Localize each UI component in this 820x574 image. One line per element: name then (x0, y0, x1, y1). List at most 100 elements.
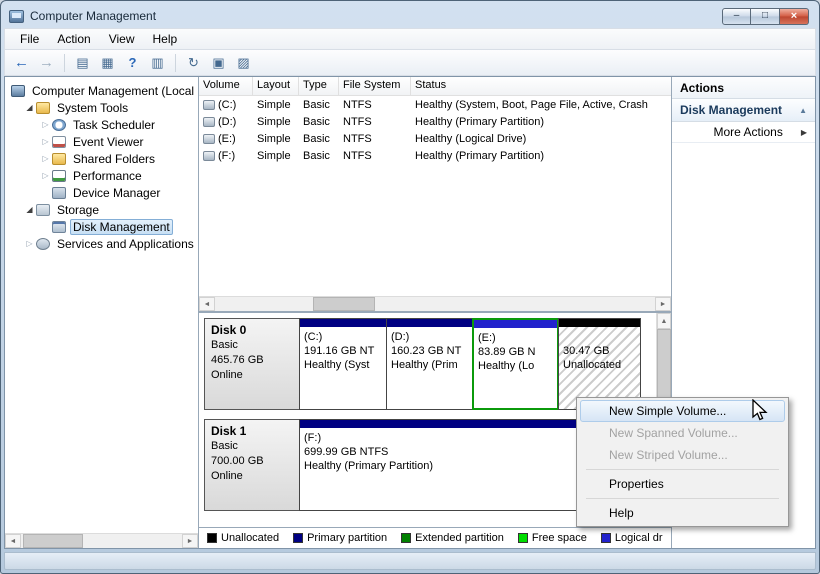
collapse-icon[interactable]: ▷ (23, 239, 36, 248)
console-window-icon[interactable]: ▦ (96, 52, 119, 73)
expand-icon[interactable]: ◢ (23, 205, 36, 214)
volume-file-system: NTFS (343, 149, 372, 162)
actions-disk-management[interactable]: Disk Management ▲ (672, 99, 815, 122)
more-actions[interactable]: More Actions ▶ (672, 122, 815, 143)
tree-item-label: Performance (73, 168, 142, 183)
maximize-button[interactable]: □ (751, 7, 780, 25)
window-title: Computer Management (30, 9, 157, 23)
shared-folders-icon (52, 152, 66, 165)
partition-color-stripe (559, 319, 640, 327)
disk-1-header[interactable]: Disk 1 Basic 700.00 GB Online (204, 419, 300, 511)
computer-icon (11, 84, 25, 97)
tree-horizontal-scrollbar[interactable]: ◄ ► (5, 533, 198, 548)
column-file-system[interactable]: File System (339, 77, 411, 95)
event-viewer-icon (52, 135, 66, 148)
volume-name: (E:) (218, 132, 236, 145)
column-type[interactable]: Type (299, 77, 339, 95)
partition-color-stripe (474, 320, 557, 328)
expand-icon[interactable]: ◢ (23, 103, 36, 112)
disk-type: Basic (211, 440, 238, 452)
show-actions-pane-icon[interactable]: ▥ (146, 52, 169, 73)
tree-item-label: Task Scheduler (73, 117, 156, 132)
scrollbar-track[interactable] (215, 297, 655, 311)
scroll-left-icon[interactable]: ◄ (199, 297, 215, 311)
scroll-left-icon[interactable]: ◄ (5, 534, 21, 548)
close-button[interactable]: × (780, 7, 809, 25)
mouse-cursor (752, 399, 768, 421)
menu-item-new-striped-volume: New Striped Volume... (609, 448, 728, 462)
legend-label: Logical dr (614, 532, 663, 544)
volume-type: Basic (303, 132, 330, 145)
collapse-icon[interactable]: ▷ (39, 154, 52, 163)
titlebar[interactable]: Computer Management – □ × (4, 4, 816, 28)
scrollbar-thumb[interactable] (23, 534, 83, 548)
tree-item-device-manager[interactable]: Device Manager (7, 184, 198, 201)
legend-unallocated: Unallocated (207, 532, 279, 544)
console-tree: Computer Management (Local ◢ System Tool… (5, 77, 198, 252)
forward-icon[interactable]: → (35, 52, 58, 73)
volume-file-system: NTFS (343, 98, 372, 111)
partition-e-selected[interactable]: (E:) 83.89 GB N Healthy (Lo (472, 318, 559, 410)
volume-layout: Simple (257, 132, 291, 145)
tree-item-task-scheduler[interactable]: ▷ Task Scheduler (7, 116, 198, 133)
scroll-right-icon[interactable]: ► (655, 297, 671, 311)
menu-view[interactable]: View (100, 30, 144, 48)
minimize-button[interactable]: – (722, 7, 751, 25)
volume-row-e[interactable]: (E:) Simple Basic NTFS Healthy (Logical … (199, 130, 671, 147)
partition-c[interactable]: (C:) 191.16 GB NT Healthy (Syst (299, 318, 387, 410)
volume-status: Healthy (System, Boot, Page File, Active… (415, 98, 648, 111)
tree-item-computer-management[interactable]: Computer Management (Local (7, 82, 198, 99)
export-list-icon[interactable]: ▤ (71, 52, 94, 73)
tree-item-services-and-applications[interactable]: ▷ Services and Applications (7, 235, 198, 252)
menu-help[interactable]: Help (144, 30, 187, 48)
arrow-right-icon: ▶ (800, 127, 807, 137)
menu-separator (586, 498, 779, 499)
volume-list-header: Volume Layout Type File System Status (199, 77, 671, 96)
disk-view-icon[interactable]: ▣ (207, 52, 230, 73)
menu-separator (586, 469, 779, 470)
device-manager-icon (52, 186, 66, 199)
disk-size: 465.76 GB (211, 354, 264, 366)
volume-row-f[interactable]: (F:) Simple Basic NTFS Healthy (Primary … (199, 147, 671, 164)
volume-type: Basic (303, 98, 330, 111)
tree-item-shared-folders[interactable]: ▷ Shared Folders (7, 150, 198, 167)
tree-item-label: Event Viewer (73, 134, 144, 149)
menu-item-help[interactable]: Help (580, 502, 785, 524)
back-icon[interactable]: ← (10, 52, 33, 73)
scroll-up-icon[interactable]: ▲ (657, 313, 671, 329)
chevron-up-icon[interactable]: ▲ (799, 106, 807, 115)
volume-row-c[interactable]: (C:) Simple Basic NTFS Healthy (System, … (199, 96, 671, 113)
tree-item-system-tools[interactable]: ◢ System Tools (7, 99, 198, 116)
menu-item-properties[interactable]: Properties (580, 473, 785, 495)
tree-item-event-viewer[interactable]: ▷ Event Viewer (7, 133, 198, 150)
partition-size: 160.23 GB NT (391, 345, 462, 357)
scrollbar-track[interactable] (21, 534, 182, 548)
disk-0-header[interactable]: Disk 0 Basic 465.76 GB Online (204, 318, 300, 410)
help-icon[interactable]: ? (121, 52, 144, 73)
tree-item-performance[interactable]: ▷ Performance (7, 167, 198, 184)
column-volume[interactable]: Volume (199, 77, 253, 95)
status-bar (4, 552, 816, 570)
tree-item-disk-management[interactable]: Disk Management (7, 218, 198, 235)
collapse-icon[interactable]: ▷ (39, 120, 52, 129)
volume-row-d[interactable]: (D:) Simple Basic NTFS Healthy (Primary … (199, 113, 671, 130)
collapse-icon[interactable]: ▷ (39, 171, 52, 180)
menu-action[interactable]: Action (48, 30, 99, 48)
menu-item-new-spanned-volume: New Spanned Volume... (609, 426, 738, 440)
scrollbar-thumb[interactable] (313, 297, 375, 311)
volume-layout: Simple (257, 115, 291, 128)
partition-d[interactable]: (D:) 160.23 GB NT Healthy (Prim (386, 318, 474, 410)
column-layout[interactable]: Layout (253, 77, 299, 95)
column-status[interactable]: Status (411, 77, 671, 95)
partition-color-stripe (300, 319, 386, 327)
actions-pane-title: Actions (672, 77, 815, 99)
properties-icon[interactable]: ▨ (232, 52, 255, 73)
collapse-icon[interactable]: ▷ (39, 137, 52, 146)
tree-item-storage[interactable]: ◢ Storage (7, 201, 198, 218)
disk-management-icon (52, 220, 66, 233)
volume-file-system: NTFS (343, 132, 372, 145)
scroll-right-icon[interactable]: ► (182, 534, 198, 548)
menu-file[interactable]: File (11, 30, 48, 48)
volume-list-horizontal-scrollbar[interactable]: ◄ ► (199, 296, 671, 311)
refresh-icon[interactable]: ↻ (182, 52, 205, 73)
